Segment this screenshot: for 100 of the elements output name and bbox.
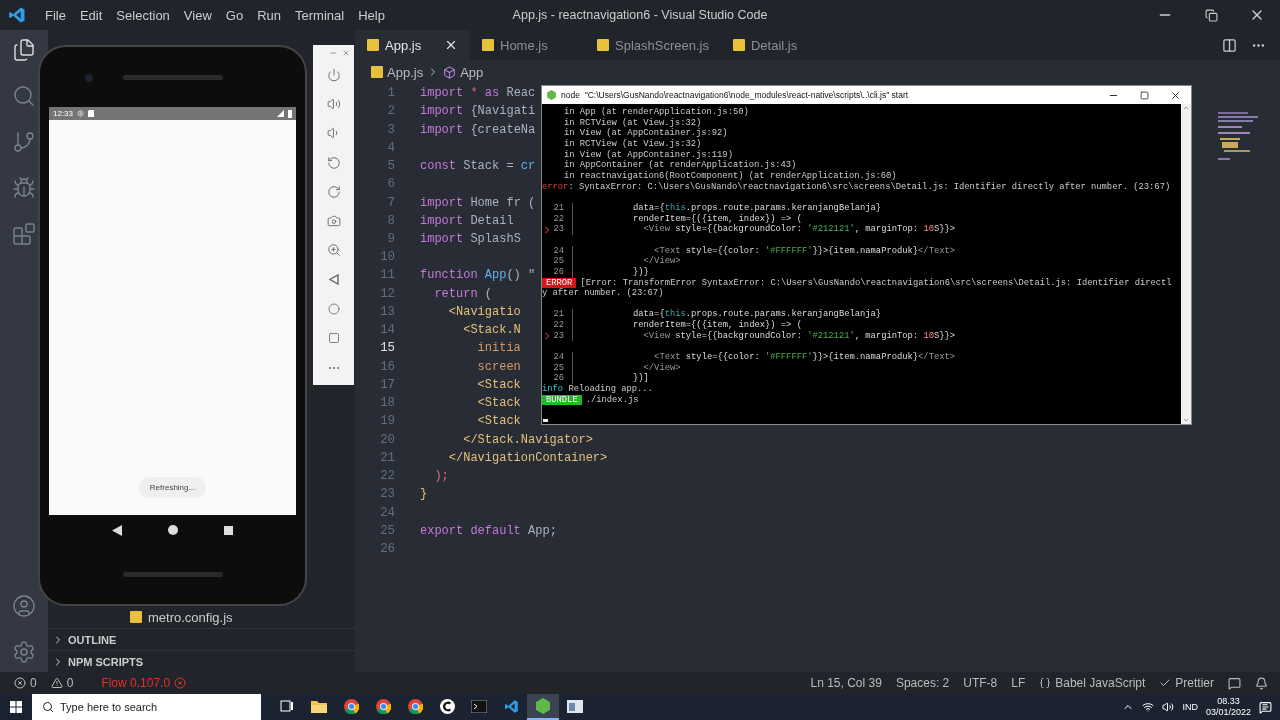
restore-icon[interactable] xyxy=(1204,8,1218,22)
error-message: : SyntaxError: C:\Users\GusNando\reactnavigation6\src\screens\Detail.js: Identifier directly after number. (23:67) xyxy=(568,181,1171,193)
code-line: export default App; xyxy=(420,523,557,538)
file-name[interactable]: metro.config.js xyxy=(148,609,233,625)
volume-icon[interactable] xyxy=(1162,701,1175,713)
volume-up-icon[interactable] xyxy=(326,96,341,111)
sd-card-icon xyxy=(88,110,95,117)
editor-tab[interactable]: App.js xyxy=(355,30,470,60)
line-number: 21 xyxy=(379,450,395,465)
error-icon[interactable] xyxy=(14,677,26,689)
text-cursor xyxy=(543,419,548,422)
bug-icon[interactable] xyxy=(12,176,36,200)
code-line: initia xyxy=(476,341,521,356)
code-line: </View> xyxy=(572,362,681,374)
notification-icon[interactable] xyxy=(1259,700,1272,714)
code-line: <Stack.N xyxy=(462,323,521,338)
js-file-icon xyxy=(482,39,494,51)
recents-icon[interactable] xyxy=(224,525,233,535)
gear-icon xyxy=(77,110,85,117)
warning-count[interactable]: 0 xyxy=(66,676,74,690)
phone-time: 12:33 xyxy=(53,109,74,118)
power-icon[interactable] xyxy=(326,67,341,82)
extensions-icon[interactable] xyxy=(12,222,36,246)
maximize-icon[interactable] xyxy=(1140,90,1149,100)
line-number: 25 xyxy=(379,523,395,538)
code-line: <View style={{backgroundColor: '#212121', marginTop: 10S}}> xyxy=(572,224,956,235)
bundle-badge: BUNDLE xyxy=(542,394,582,406)
menu-item[interactable]: Go xyxy=(218,7,251,23)
files-icon[interactable] xyxy=(12,38,36,62)
close-icon[interactable] xyxy=(1170,89,1181,101)
code-line: <Stack xyxy=(476,396,521,411)
home-icon[interactable] xyxy=(168,525,178,535)
js-file-icon xyxy=(130,611,142,623)
line-number: 23 xyxy=(552,224,564,235)
overview-icon[interactable] xyxy=(327,332,340,345)
zoom-icon[interactable] xyxy=(326,243,341,258)
line-number: 2 xyxy=(386,104,395,119)
menu-item[interactable]: Edit xyxy=(72,7,110,23)
status-item[interactable]: Ln 15, Col 39 xyxy=(810,676,882,690)
error-message: [Error: TransformError SyntaxError: C:\Users\GusNando\reactnavigation6\src\screens\Detail.js: Identifier directl xyxy=(580,277,1172,288)
log-line: in RCTView (at View.js:32) xyxy=(564,138,702,150)
bell-icon[interactable] xyxy=(1255,676,1268,690)
line-number: 16 xyxy=(379,359,395,374)
log-line: in AppContainer (at renderApplication.js:43) xyxy=(564,160,797,171)
account-icon[interactable] xyxy=(12,594,36,618)
feedback-icon[interactable] xyxy=(1228,676,1241,690)
menu-item[interactable]: Help xyxy=(351,7,392,23)
code-line: renderItem={({item, index}) => ( xyxy=(572,213,802,225)
close-icon[interactable] xyxy=(444,38,458,52)
section-title[interactable]: NPM SCRIPTS xyxy=(68,655,144,668)
menu-item[interactable]: Selection xyxy=(109,7,177,23)
windows-logo-icon[interactable] xyxy=(10,701,22,713)
js-file-icon xyxy=(732,39,745,51)
branch-icon[interactable] xyxy=(12,130,36,154)
menu-item[interactable]: Terminal xyxy=(288,7,352,23)
browser-icon xyxy=(407,698,423,714)
line-number: 19 xyxy=(379,414,395,429)
code-line: import Detail xyxy=(420,213,514,228)
clock[interactable]: 08.33 03/01/2022 xyxy=(1205,696,1251,718)
vscode-logo-icon xyxy=(8,6,26,24)
line-number: 26 xyxy=(552,266,564,278)
menu-item[interactable]: File xyxy=(38,7,73,23)
search-icon[interactable] xyxy=(12,84,36,108)
js-file-icon xyxy=(367,39,379,51)
toast-message: Refreshing... xyxy=(138,477,207,498)
line-number: 4 xyxy=(386,140,395,155)
breadcrumb-item[interactable]: App.js xyxy=(387,64,424,80)
battery-icon xyxy=(288,109,292,118)
code-line: })] xyxy=(572,373,649,385)
error-count[interactable]: 0 xyxy=(30,676,37,690)
settings-icon[interactable] xyxy=(12,640,36,664)
window-icon xyxy=(567,699,583,713)
rotate-right-icon[interactable] xyxy=(326,184,341,199)
braces-icon[interactable] xyxy=(1039,677,1052,689)
window-title: App.js - reactnavigation6 - Visual Studio Code xyxy=(512,8,768,22)
code-line: <Navigatio xyxy=(447,304,521,319)
code-line: data={this.props.route.params.keranjangBelanja} xyxy=(572,309,882,321)
code-line: screen xyxy=(476,359,521,374)
check-icon[interactable] xyxy=(1159,677,1172,689)
log-line: ./index.js xyxy=(585,394,639,406)
camera-icon[interactable] xyxy=(326,214,341,229)
terminal-title: node "C:\Users\GusNando\reactnavigation6\node_modules\react-native\scripts\..\cli.js" start xyxy=(561,90,909,100)
error-icon[interactable] xyxy=(174,677,187,689)
status-item[interactable]: Prettier xyxy=(1175,676,1214,690)
status-item[interactable]: LF xyxy=(1011,676,1026,690)
line-number: 9 xyxy=(386,232,395,246)
split-editor-icon[interactable] xyxy=(1222,37,1237,53)
status-item[interactable]: Babel JavaScript xyxy=(1055,676,1146,690)
menu-item[interactable]: Run xyxy=(250,7,288,23)
rotate-left-icon[interactable] xyxy=(326,155,341,170)
back-icon[interactable] xyxy=(112,524,122,536)
status-item[interactable]: Spaces: 2 xyxy=(895,676,950,690)
language-indicator[interactable]: IND xyxy=(1182,702,1198,712)
status-item[interactable]: UTF-8 xyxy=(963,676,998,690)
search-field[interactable]: Type here to search xyxy=(32,694,261,720)
menu-item[interactable]: View xyxy=(176,7,219,23)
network-icon[interactable] xyxy=(1142,701,1155,713)
section-title[interactable]: OUTLINE xyxy=(68,633,117,646)
warning-icon[interactable] xyxy=(50,677,63,689)
breadcrumb-item[interactable]: App xyxy=(460,64,484,80)
